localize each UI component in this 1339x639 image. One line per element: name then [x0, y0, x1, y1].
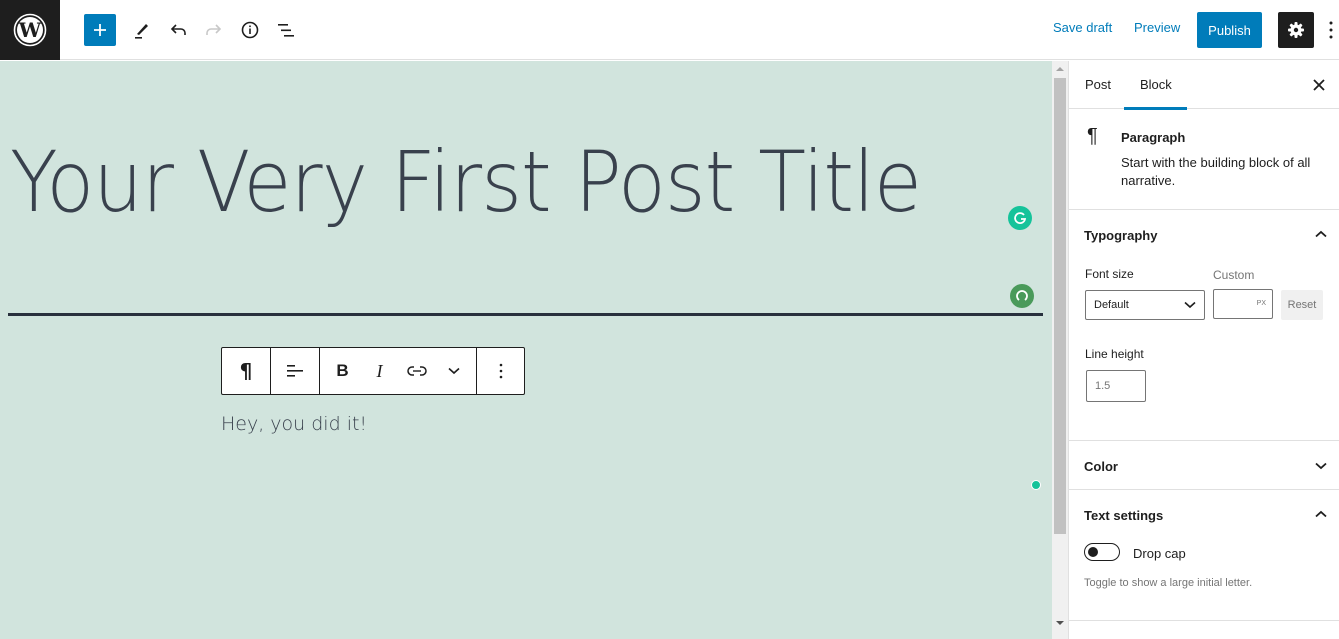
color-expand-button[interactable] — [1313, 458, 1329, 474]
more-rich-text-button[interactable] — [435, 348, 472, 394]
bold-button[interactable]: B — [324, 348, 361, 394]
undo-button[interactable] — [162, 14, 194, 46]
title-separator — [8, 313, 1043, 316]
chevron-down-icon — [1184, 301, 1196, 309]
grammarly-loading-icon[interactable] — [1010, 284, 1034, 308]
line-height-input[interactable]: 1.5 — [1086, 370, 1146, 402]
custom-size-label: Custom — [1213, 268, 1255, 282]
align-left-icon — [287, 365, 303, 377]
close-sidebar-button[interactable] — [1309, 75, 1329, 95]
redo-button[interactable] — [198, 14, 230, 46]
preview-button[interactable]: Preview — [1134, 20, 1180, 35]
reset-font-size-button[interactable]: Reset — [1281, 290, 1323, 320]
list-view-button[interactable] — [270, 14, 302, 46]
scrollbar-thumb[interactable] — [1054, 78, 1066, 534]
block-type-button[interactable]: ¶ — [222, 348, 270, 394]
chevron-up-icon — [1315, 230, 1327, 238]
add-block-button[interactable] — [84, 14, 116, 46]
italic-button[interactable]: I — [361, 348, 398, 394]
font-size-label: Font size — [1085, 267, 1134, 281]
color-panel: Color — [1068, 441, 1339, 490]
pencil-icon — [135, 24, 148, 39]
typography-panel-body: Typography Font size Custom Default PX R… — [1068, 210, 1339, 441]
toggle-knob — [1088, 547, 1098, 557]
block-card: ¶ Paragraph Start with the building bloc… — [1069, 109, 1339, 210]
details-button[interactable] — [234, 14, 266, 46]
editor-header: W Save draft Preview Publish — [0, 0, 1339, 60]
scroll-down-arrow-icon[interactable] — [1056, 621, 1064, 625]
post-title[interactable]: Your Very First Post Title — [10, 133, 922, 231]
text-settings-collapse-button[interactable] — [1313, 506, 1329, 522]
drop-cap-help: Toggle to show a large initial letter. — [1084, 577, 1253, 589]
info-icon — [241, 21, 259, 39]
scroll-up-arrow-icon[interactable] — [1056, 67, 1064, 71]
paragraph-icon: ¶ — [239, 359, 253, 383]
more-vertical-icon — [499, 363, 503, 379]
tools-button[interactable] — [126, 14, 158, 46]
tab-block[interactable]: Block — [1124, 77, 1187, 110]
text-settings-toggle[interactable]: Text settings — [1084, 508, 1163, 523]
custom-font-size-input[interactable]: PX — [1213, 289, 1273, 319]
gear-icon — [1288, 22, 1304, 38]
text-settings-panel: Text settings Drop cap Toggle to show a … — [1068, 490, 1339, 621]
color-panel-toggle[interactable]: Color — [1084, 459, 1118, 474]
canvas-scrollbar[interactable] — [1052, 61, 1068, 639]
undo-icon — [170, 24, 186, 35]
block-description: Start with the building block of all nar… — [1121, 155, 1311, 188]
italic-icon: I — [376, 360, 383, 381]
align-button[interactable] — [271, 348, 319, 394]
plus-icon — [94, 24, 106, 36]
publish-button[interactable]: Publish — [1197, 12, 1262, 48]
editor-canvas[interactable]: Your Very First Post Title ¶ B I Hey, yo… — [0, 61, 1052, 639]
grammarly-icon[interactable] — [1008, 206, 1032, 230]
close-icon — [1313, 79, 1325, 91]
wordpress-logo-button[interactable]: W — [0, 0, 60, 60]
tab-post[interactable]: Post — [1085, 77, 1111, 92]
link-button[interactable] — [398, 348, 435, 394]
grammarly-status-dot[interactable] — [1031, 480, 1041, 490]
px-unit-label: PX — [1256, 300, 1266, 307]
bold-icon: B — [336, 361, 349, 380]
block-name: Paragraph — [1121, 130, 1186, 145]
list-view-icon — [278, 24, 294, 37]
font-size-value: Default — [1094, 299, 1129, 311]
typography-panel-toggle[interactable]: Typography — [1084, 228, 1157, 243]
link-icon — [406, 366, 427, 376]
paragraph-block[interactable]: Hey, you did it! — [221, 413, 367, 435]
block-options-button[interactable] — [477, 348, 525, 394]
svg-text:W: W — [18, 18, 42, 42]
line-height-label: Line height — [1085, 347, 1144, 361]
typography-collapse-button[interactable] — [1313, 226, 1329, 242]
drop-cap-label: Drop cap — [1133, 546, 1186, 561]
chevron-down-icon — [1315, 462, 1327, 470]
redo-icon — [206, 24, 222, 35]
save-draft-button[interactable]: Save draft — [1053, 20, 1112, 35]
drop-cap-toggle[interactable] — [1084, 543, 1120, 561]
sidebar-tabs: Post Block — [1069, 61, 1339, 110]
options-menu-button[interactable] — [1322, 14, 1339, 46]
wordpress-logo-icon: W — [13, 13, 47, 47]
font-size-select[interactable]: Default — [1085, 290, 1205, 320]
more-vertical-icon — [1329, 21, 1332, 39]
paragraph-icon: ¶ — [1087, 125, 1098, 147]
settings-button[interactable] — [1278, 12, 1314, 48]
chevron-up-icon — [1315, 510, 1327, 518]
chevron-down-icon — [447, 367, 460, 375]
block-toolbar: ¶ B I — [221, 347, 525, 395]
